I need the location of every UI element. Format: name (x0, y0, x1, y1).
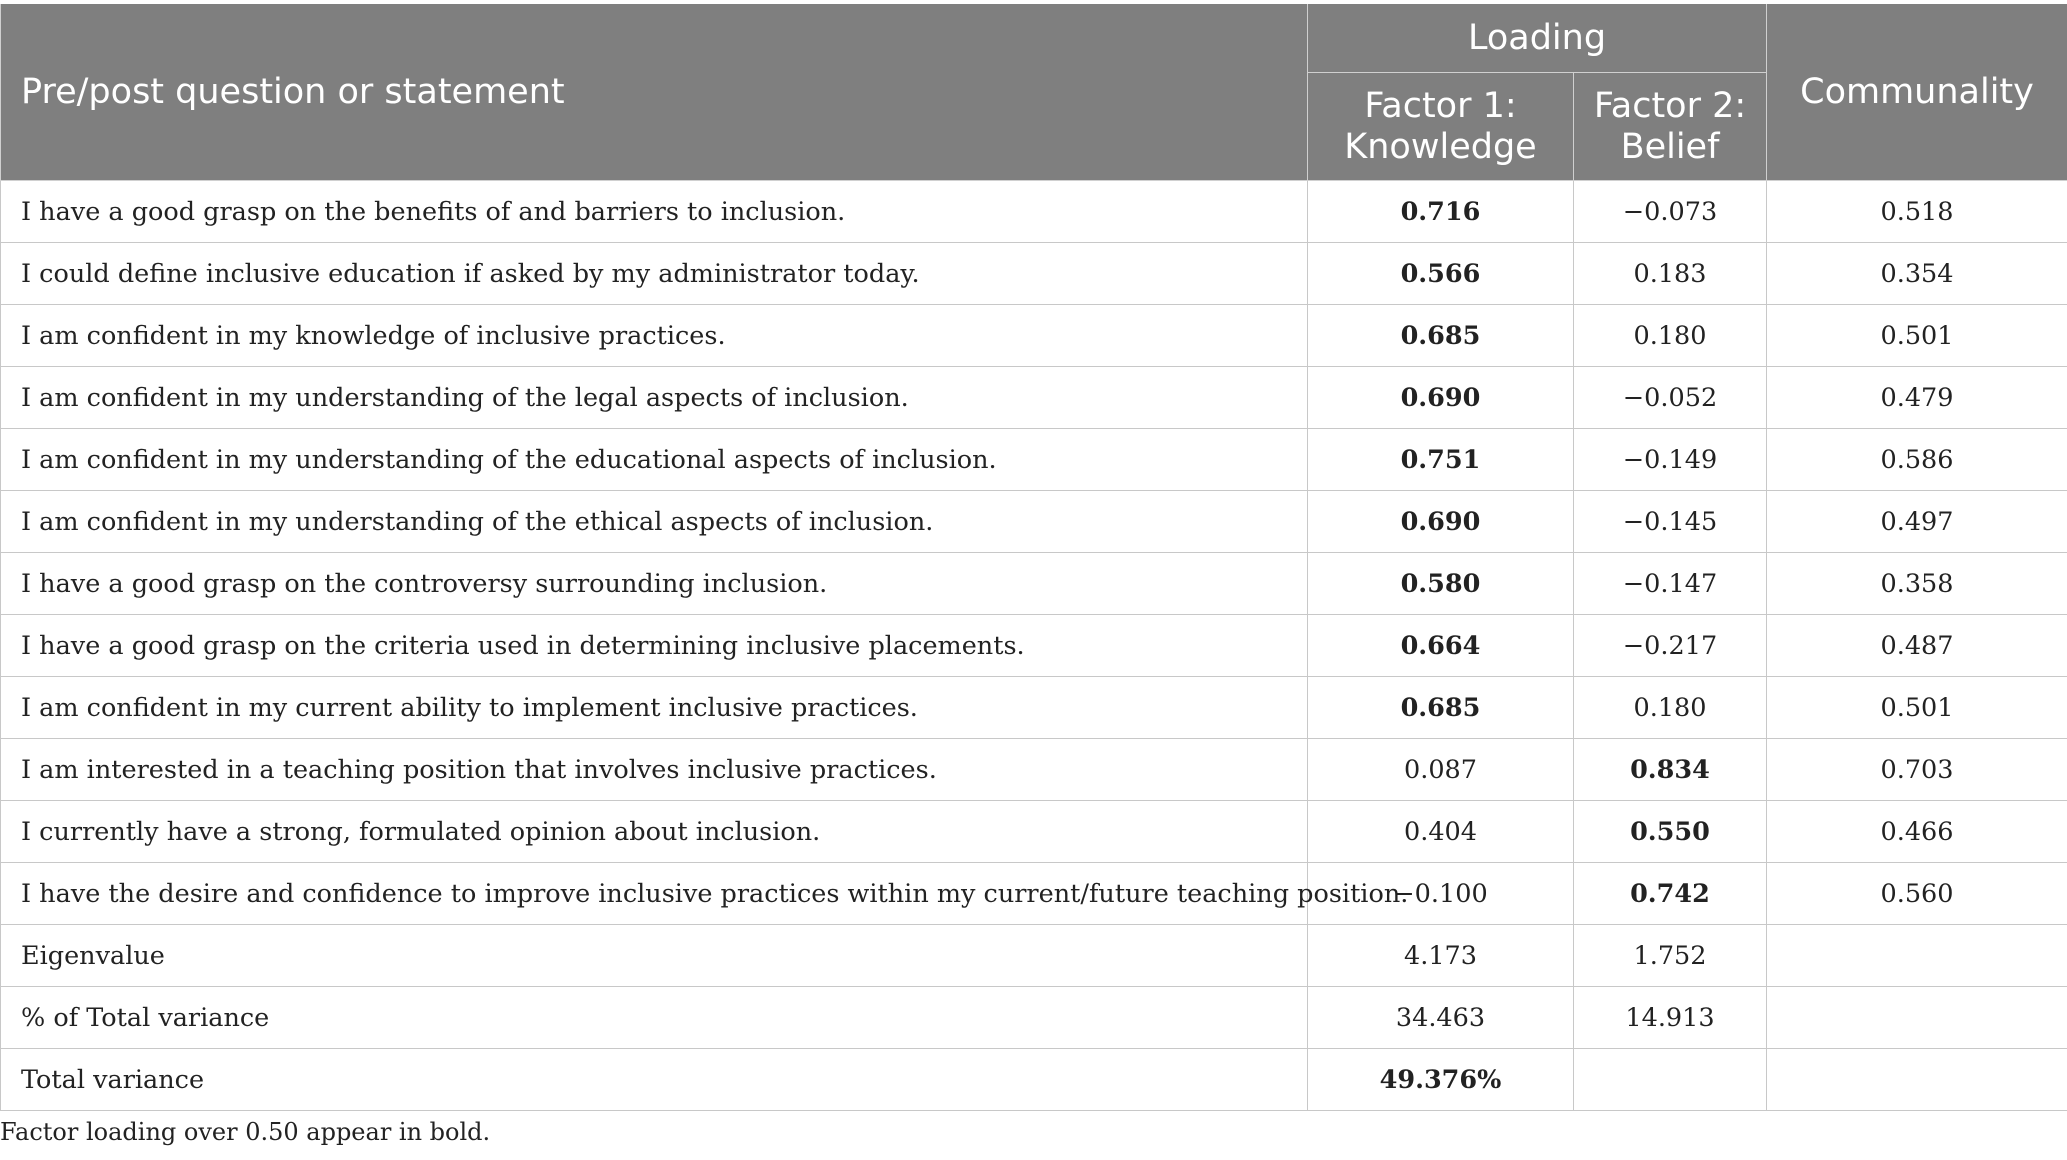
table-row: Total variance 49.376% (0, 1048, 2067, 1111)
cell-factor2: 1.752 (1573, 924, 1767, 987)
cell-statement: I have a good grasp on the benefits of a… (0, 180, 1308, 243)
cell-factor2 (1573, 1048, 1767, 1111)
cell-factor2: 0.550 (1573, 800, 1767, 863)
cell-statement: I am confident in my understanding of th… (0, 428, 1308, 491)
cell-statement: I am confident in my knowledge of inclus… (0, 304, 1308, 367)
cell-factor2: 0.183 (1573, 242, 1767, 305)
cell-factor2: 14.913 (1573, 986, 1767, 1049)
cell-factor1: 49.376% (1307, 1048, 1574, 1111)
table-row: I currently have a strong, formulated op… (0, 800, 2067, 863)
cell-statement: I have a good grasp on the criteria used… (0, 614, 1308, 677)
cell-factor2: 0.834 (1573, 738, 1767, 801)
cell-communality: 0.354 (1766, 242, 2067, 305)
factor-loading-table-container: Pre/post question or statement Loading C… (0, 4, 2067, 1111)
cell-statement: I currently have a strong, formulated op… (0, 800, 1308, 863)
cell-factor1: 0.685 (1307, 676, 1574, 739)
cell-communality (1766, 986, 2067, 1049)
cell-factor1: 34.463 (1307, 986, 1574, 1049)
table-row: I am confident in my understanding of th… (0, 428, 2067, 491)
cell-factor1: 0.664 (1307, 614, 1574, 677)
cell-communality: 0.466 (1766, 800, 2067, 863)
table-row: I could define inclusive education if as… (0, 242, 2067, 305)
header-factor1-line2: Knowledge (1344, 126, 1537, 167)
cell-factor2: 0.180 (1573, 676, 1767, 739)
cell-communality: 0.560 (1766, 862, 2067, 925)
header-communality: Communality (1766, 4, 2067, 181)
table-row: I am confident in my understanding of th… (0, 366, 2067, 429)
cell-factor2: −0.073 (1573, 180, 1767, 243)
table-row: % of Total variance 34.463 14.913 (0, 986, 2067, 1049)
header-statement: Pre/post question or statement (0, 4, 1308, 181)
cell-communality: 0.358 (1766, 552, 2067, 615)
cell-statement: I am confident in my understanding of th… (0, 366, 1308, 429)
header-factor2: Factor 2: Belief (1573, 72, 1767, 181)
table-body: I have a good grasp on the benefits of a… (0, 180, 2067, 1111)
cell-factor1: 0.751 (1307, 428, 1574, 491)
table-row: I have a good grasp on the benefits of a… (0, 180, 2067, 243)
cell-communality: 0.487 (1766, 614, 2067, 677)
cell-factor1: 0.716 (1307, 180, 1574, 243)
table-row: I am confident in my knowledge of inclus… (0, 304, 2067, 367)
table-row: I have a good grasp on the criteria used… (0, 614, 2067, 677)
cell-factor1: 4.173 (1307, 924, 1574, 987)
cell-communality: 0.586 (1766, 428, 2067, 491)
cell-communality: 0.518 (1766, 180, 2067, 243)
cell-factor2: 0.742 (1573, 862, 1767, 925)
cell-factor2: 0.180 (1573, 304, 1767, 367)
cell-statement: Total variance (0, 1048, 1308, 1111)
cell-statement: I am confident in my understanding of th… (0, 490, 1308, 553)
header-factor1: Factor 1: Knowledge (1307, 72, 1574, 181)
table-footnote: Factor loading over 0.50 appear in bold. (0, 1118, 491, 1146)
cell-factor1: 0.685 (1307, 304, 1574, 367)
table-row: I am interested in a teaching position t… (0, 738, 2067, 801)
cell-factor2: −0.052 (1573, 366, 1767, 429)
cell-communality: 0.479 (1766, 366, 2067, 429)
cell-communality: 0.497 (1766, 490, 2067, 553)
cell-factor1: 0.404 (1307, 800, 1574, 863)
cell-statement: I have the desire and confidence to impr… (0, 862, 1408, 925)
factor-loading-table: Pre/post question or statement Loading C… (0, 4, 2067, 1111)
cell-communality: 0.501 (1766, 676, 2067, 739)
cell-factor2: −0.147 (1573, 552, 1767, 615)
cell-factor2: −0.217 (1573, 614, 1767, 677)
cell-communality (1766, 1048, 2067, 1111)
table-row: I am confident in my understanding of th… (0, 490, 2067, 553)
table-header: Pre/post question or statement Loading C… (0, 4, 2067, 181)
cell-statement: I am confident in my current ability to … (0, 676, 1308, 739)
header-factor2-line1: Factor 2: (1593, 85, 1747, 126)
table-row: Eigenvalue 4.173 1.752 (0, 924, 2067, 987)
cell-factor1: 0.580 (1307, 552, 1574, 615)
cell-statement: I could define inclusive education if as… (0, 242, 1308, 305)
cell-factor1: 0.566 (1307, 242, 1574, 305)
cell-factor1: 0.087 (1307, 738, 1574, 801)
cell-statement: % of Total variance (0, 986, 1308, 1049)
cell-factor2: −0.149 (1573, 428, 1767, 491)
cell-communality: 0.703 (1766, 738, 2067, 801)
cell-statement: I am interested in a teaching position t… (0, 738, 1308, 801)
header-factor2-line2: Belief (1620, 126, 1720, 167)
header-loading: Loading (1307, 4, 1767, 73)
table-row: I am confident in my current ability to … (0, 676, 2067, 739)
cell-statement: Eigenvalue (0, 924, 1308, 987)
table-row: I have the desire and confidence to impr… (0, 862, 2067, 925)
cell-communality: 0.501 (1766, 304, 2067, 367)
header-factor1-line1: Factor 1: (1364, 85, 1517, 126)
cell-statement: I have a good grasp on the controversy s… (0, 552, 1308, 615)
cell-factor1: 0.690 (1307, 490, 1574, 553)
cell-factor2: −0.145 (1573, 490, 1767, 553)
table-row: I have a good grasp on the controversy s… (0, 552, 2067, 615)
cell-factor1: 0.690 (1307, 366, 1574, 429)
cell-communality (1766, 924, 2067, 987)
